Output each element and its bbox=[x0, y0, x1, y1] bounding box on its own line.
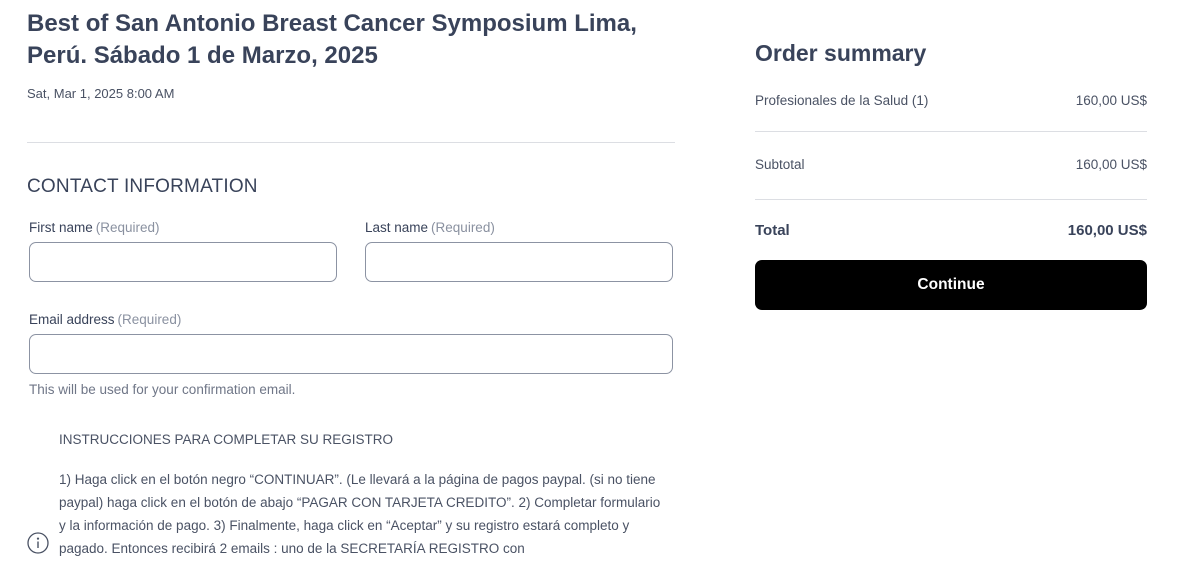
summary-divider bbox=[755, 131, 1147, 132]
total-amount: 160,00 US$ bbox=[1067, 222, 1147, 239]
email-field-group: Email address (Required) bbox=[27, 312, 673, 374]
instructions-title: INSTRUCCIONES PARA COMPLETAR SU REGISTRO bbox=[59, 432, 394, 447]
email-label: Email address (Required) bbox=[29, 312, 673, 328]
last-name-label-text: Last name bbox=[365, 220, 429, 235]
email-label-text: Email address bbox=[29, 312, 115, 327]
subtotal-amount: 160,00 US$ bbox=[1075, 157, 1147, 172]
checkout-form-column: Best of San Antonio Breast Cancer Sympos… bbox=[27, 0, 675, 556]
first-name-field-group: First name (Required) bbox=[27, 220, 337, 282]
line-item-row: Profesionales de la Salud (1) 160,00 US$ bbox=[755, 93, 1147, 108]
order-summary-title: Order summary bbox=[755, 40, 927, 66]
registration-instructions: INSTRUCCIONES PARA COMPLETAR SU REGISTRO… bbox=[27, 430, 675, 560]
line-item-amount: 160,00 US$ bbox=[1075, 93, 1147, 108]
subtotal-label: Subtotal bbox=[755, 157, 805, 172]
total-label: Total bbox=[755, 222, 790, 239]
last-name-input[interactable] bbox=[365, 242, 673, 282]
info-icon bbox=[27, 532, 49, 554]
email-input[interactable] bbox=[29, 334, 673, 374]
divider bbox=[27, 142, 675, 143]
summary-divider bbox=[755, 199, 1147, 200]
event-title: Best of San Antonio Breast Cancer Sympos… bbox=[27, 10, 637, 69]
email-hint: This will be used for your confirmation … bbox=[29, 382, 296, 397]
last-name-required: (Required) bbox=[431, 220, 495, 235]
last-name-field-group: Last name (Required) bbox=[363, 220, 673, 282]
instructions-body: 1) Haga click en el botón negro “CONTINU… bbox=[59, 472, 661, 556]
email-required: (Required) bbox=[117, 312, 182, 327]
line-item-label: Profesionales de la Salud (1) bbox=[755, 93, 929, 108]
contact-information-heading: CONTACT INFORMATION bbox=[27, 176, 258, 197]
total-row: Total 160,00 US$ bbox=[755, 222, 1147, 239]
last-name-label: Last name (Required) bbox=[365, 220, 673, 236]
first-name-label-text: First name bbox=[29, 220, 93, 235]
continue-button[interactable]: Continue bbox=[755, 260, 1147, 310]
first-name-label: First name (Required) bbox=[29, 220, 337, 236]
first-name-required: (Required) bbox=[95, 220, 160, 235]
subtotal-row: Subtotal 160,00 US$ bbox=[755, 157, 1147, 172]
first-name-input[interactable] bbox=[29, 242, 337, 282]
event-date: Sat, Mar 1, 2025 8:00 AM bbox=[27, 86, 175, 101]
